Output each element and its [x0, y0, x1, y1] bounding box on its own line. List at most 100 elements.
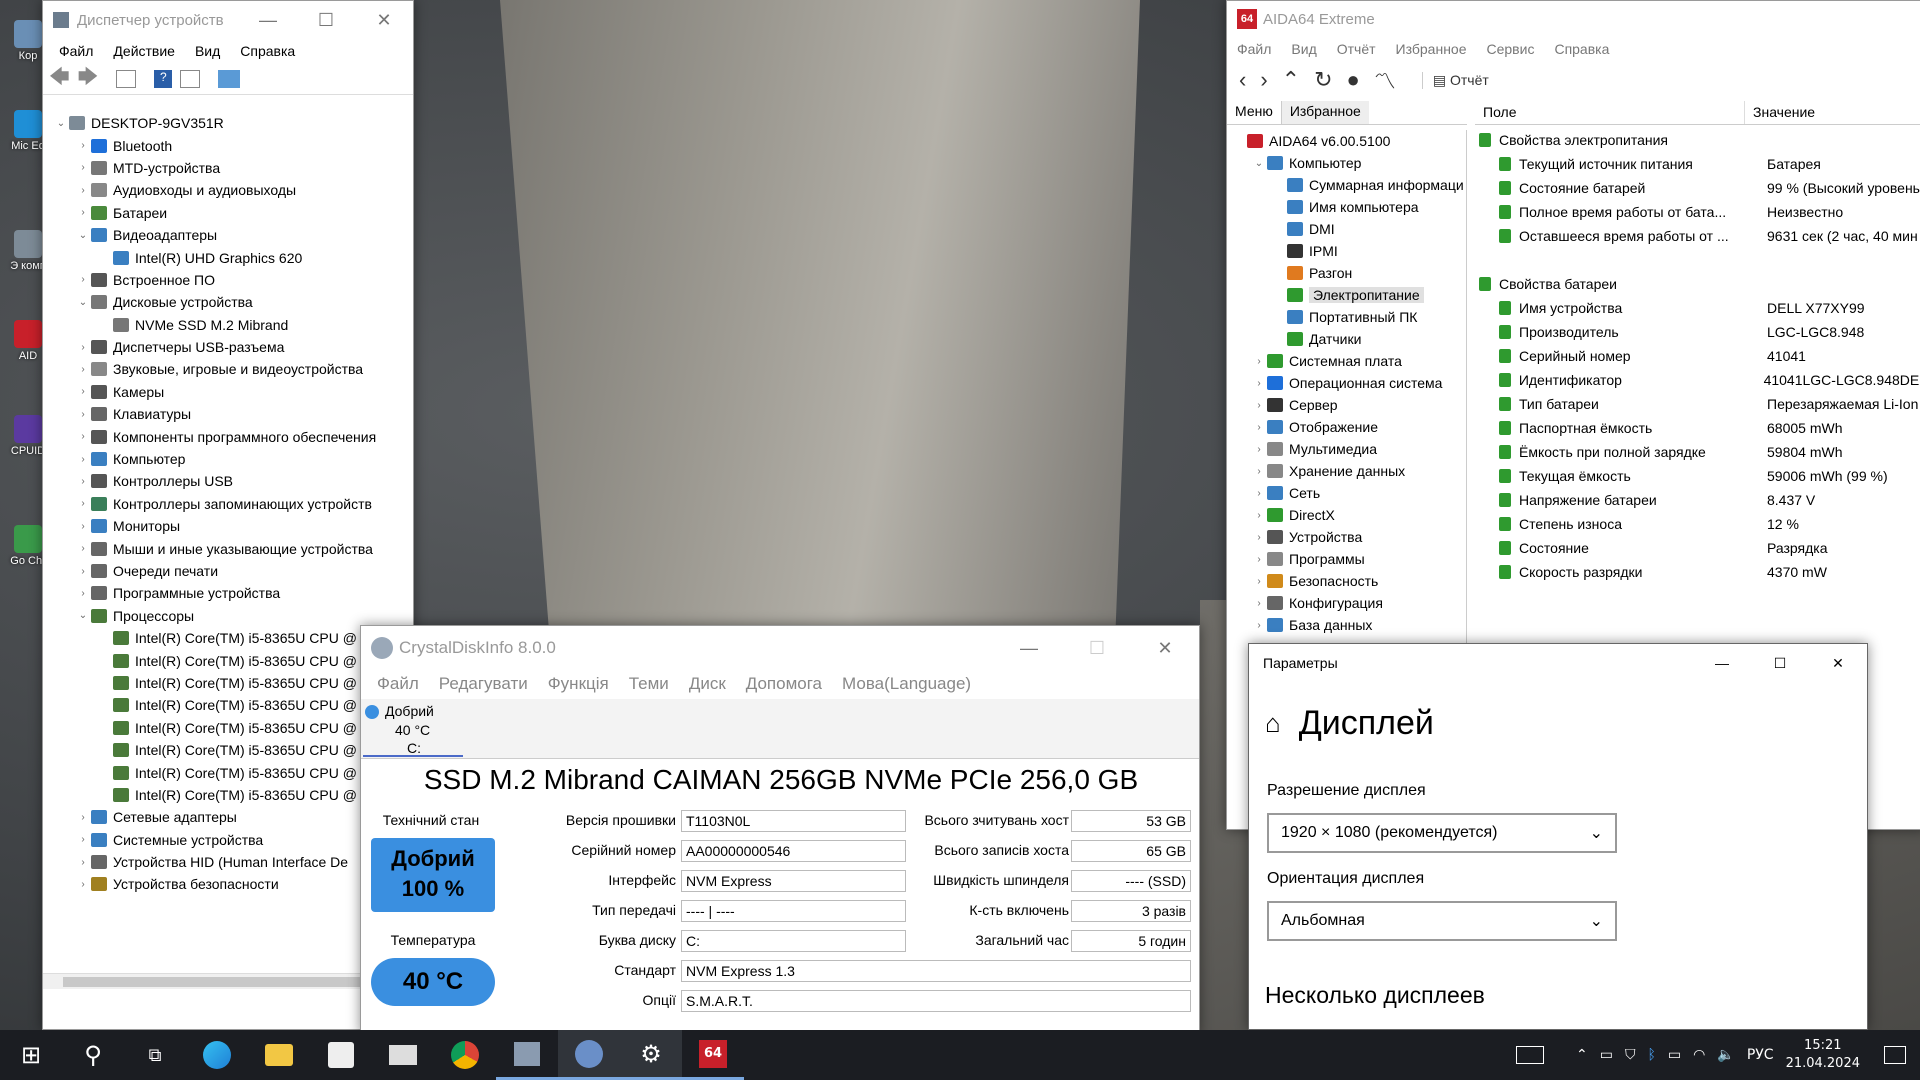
aida-row[interactable]: Тип батареи Перезаряжаемая Li-Ion [1475, 392, 1920, 416]
chevron-right-icon[interactable]: › [1251, 554, 1267, 565]
tree-item[interactable]: NVMe SSD M.2 Mibrand [43, 314, 413, 336]
aida-tree-item[interactable]: ⌄ Компьютер [1227, 152, 1466, 174]
aida-tree-item[interactable]: › Программы [1227, 548, 1466, 570]
aida-row[interactable]: Полное время работы от бата... Неизвестно [1475, 200, 1920, 224]
tree-item[interactable]: › Очереди печати [43, 560, 413, 582]
chevron-right-icon[interactable]: › [75, 386, 91, 397]
tree-item[interactable]: Intel(R) Core(TM) i5-8365U CPU @ [43, 694, 413, 716]
chevron-right-icon[interactable]: › [1251, 532, 1267, 543]
tree-item[interactable]: Intel(R) Core(TM) i5-8365U CPU @ [43, 761, 413, 783]
chevron-right-icon[interactable]: › [1251, 510, 1267, 521]
maximize-icon[interactable]: ☐ [297, 1, 355, 39]
chevron-right-icon[interactable]: › [75, 566, 91, 577]
chevron-right-icon[interactable]: › [1251, 356, 1267, 367]
menu-edit[interactable]: Редагувати [429, 674, 538, 694]
aida-row[interactable]: Текущий источник питания Батарея [1475, 152, 1920, 176]
tab-favorites[interactable]: Избранное [1280, 101, 1369, 124]
back-arrow-icon[interactable]: 🡄 [49, 62, 70, 96]
orientation-dropdown[interactable]: Альбомная ⌄ [1267, 901, 1617, 941]
bluetooth-icon[interactable]: ᛒ [1648, 1047, 1656, 1063]
tree-item[interactable]: › Компьютер [43, 448, 413, 470]
tab-menu[interactable]: Меню [1227, 101, 1281, 124]
taskbar-aida64[interactable]: 64 [682, 1030, 744, 1080]
tree-item[interactable]: Intel(R) Core(TM) i5-8365U CPU @ [43, 627, 413, 649]
aida-tree-item[interactable]: › Безопасность [1227, 570, 1466, 592]
task-view-button[interactable]: ⧉ [124, 1030, 186, 1080]
keyboard-icon[interactable] [1516, 1046, 1545, 1064]
aida-tree-item[interactable]: › Системная плата [1227, 350, 1466, 372]
tree-root[interactable]: ⌄ DESKTOP-9GV351R [43, 112, 413, 134]
menu-file[interactable]: Файл [1227, 41, 1281, 57]
aida-row[interactable]: Текущая ёмкость 59006 mWh (99 %) [1475, 464, 1920, 488]
close-icon[interactable]: ✕ [1809, 644, 1867, 682]
chevron-right-icon[interactable]: › [75, 476, 91, 487]
chevron-right-icon[interactable]: › [75, 342, 91, 353]
chevron-right-icon[interactable]: › [75, 274, 91, 285]
chevron-right-icon[interactable]: › [1251, 400, 1267, 411]
aida-row[interactable]: Скорость разрядки 4370 mW [1475, 560, 1920, 584]
clock[interactable]: 15:21 21.04.2024 [1786, 1037, 1860, 1073]
tree-item[interactable]: ⌄ Процессоры [43, 605, 413, 627]
tree-item[interactable]: ⌄ Дисковые устройства [43, 291, 413, 313]
tree-item[interactable]: › Сетевые адаптеры [43, 806, 413, 828]
aida-tree-item[interactable]: › Хранение данных [1227, 460, 1466, 482]
chevron-right-icon[interactable]: › [1251, 598, 1267, 609]
device-icon[interactable]: ▭ [1600, 1047, 1613, 1063]
chevron-right-icon[interactable]: › [75, 521, 91, 532]
tree-item[interactable]: › Встроенное ПО [43, 269, 413, 291]
tree-item[interactable]: Intel(R) Core(TM) i5-8365U CPU @ [43, 672, 413, 694]
tree-item[interactable]: › Мыши и иные указывающие устройства [43, 537, 413, 559]
home-icon[interactable]: ⌂ [1265, 708, 1281, 739]
tree-item[interactable]: › MTD-устройства [43, 157, 413, 179]
menu-action[interactable]: Действие [103, 43, 185, 59]
graph-icon[interactable]: 〽 [1374, 64, 1396, 96]
chevron-right-icon[interactable]: › [75, 431, 91, 442]
aida-tree-item[interactable]: Датчики [1227, 328, 1466, 350]
aida-tree-item[interactable]: › Сервер [1227, 394, 1466, 416]
aida-row[interactable]: Производитель LGC-LGC8.948 [1475, 320, 1920, 344]
tree-item[interactable]: › Системные устройства [43, 829, 413, 851]
maximize-icon[interactable]: ☐ [1751, 644, 1809, 682]
aida-tree-item[interactable]: Электропитание [1227, 284, 1466, 306]
chevron-up-icon[interactable]: ⌃ [1576, 1047, 1588, 1063]
tree-item[interactable]: › Батареи [43, 202, 413, 224]
horizontal-scrollbar[interactable] [43, 973, 413, 989]
menu-file[interactable]: Файл [367, 674, 429, 694]
chevron-right-icon[interactable]: › [75, 543, 91, 554]
tree-item[interactable]: › Клавиатуры [43, 403, 413, 425]
aida-tree-item[interactable]: › Операционная система [1227, 372, 1466, 394]
chevron-right-icon[interactable]: › [1251, 444, 1267, 455]
taskbar-device-manager[interactable] [496, 1030, 558, 1080]
chevron-right-icon[interactable]: › [75, 857, 91, 868]
chevron-right-icon[interactable]: › [75, 498, 91, 509]
menu-help[interactable]: Справка [1544, 41, 1619, 57]
chevron-right-icon[interactable]: › [75, 207, 91, 218]
menu-function[interactable]: Функція [538, 674, 619, 694]
aida-tree-item[interactable]: › Сеть [1227, 482, 1466, 504]
aida-tree-item[interactable]: Портативный ПК [1227, 306, 1466, 328]
aida-tree-item[interactable]: Суммарная информаци [1227, 174, 1466, 196]
chevron-down-icon[interactable]: ⌄ [75, 610, 91, 621]
chevron-right-icon[interactable]: › [1251, 378, 1267, 389]
chevron-down-icon[interactable]: ⌄ [1251, 158, 1267, 169]
minimize-icon[interactable]: — [995, 626, 1063, 670]
wifi-icon[interactable]: ◠ [1693, 1047, 1705, 1063]
minimize-icon[interactable]: — [239, 1, 297, 39]
tree-item[interactable]: › Диспетчеры USB-разъема [43, 336, 413, 358]
aida-tree-item[interactable]: IPMI [1227, 240, 1466, 262]
resolution-dropdown[interactable]: 1920 × 1080 (рекомендуется) ⌄ [1267, 813, 1617, 853]
search-button[interactable]: ⚲ [62, 1030, 124, 1080]
maximize-icon[interactable]: ☐ [1063, 626, 1131, 670]
aida-row[interactable]: Имя устройства DELL X77XY99 [1475, 296, 1920, 320]
properties-icon[interactable] [116, 69, 137, 88]
aida-row[interactable]: Идентификатор 41041LGC-LGC8.948DEL [1475, 368, 1920, 392]
aida-row[interactable]: Серийный номер 41041 [1475, 344, 1920, 368]
tree-item[interactable]: Intel(R) Core(TM) i5-8365U CPU @ [43, 649, 413, 671]
close-icon[interactable]: ✕ [355, 1, 413, 39]
aida-tree-item[interactable]: › База данных [1227, 614, 1466, 636]
aida-tree-item[interactable]: Имя компьютера [1227, 196, 1466, 218]
chevron-right-icon[interactable]: › [75, 140, 91, 151]
aida-row[interactable]: Ёмкость при полной зарядке 59804 mWh [1475, 440, 1920, 464]
user-icon[interactable]: ● [1347, 67, 1360, 93]
menu-view[interactable]: Вид [1281, 41, 1326, 57]
